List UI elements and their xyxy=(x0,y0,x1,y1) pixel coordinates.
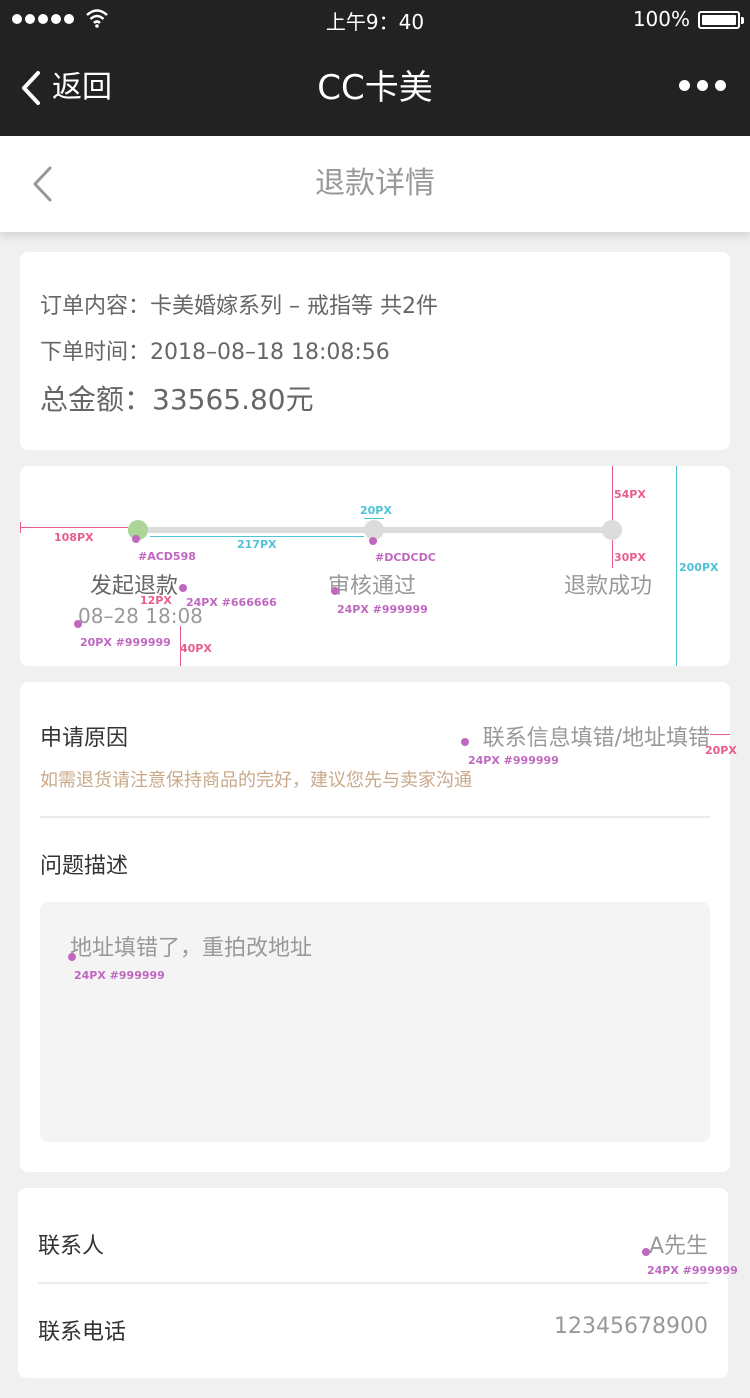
contact-phone-label: 联系电话 xyxy=(38,1320,127,1345)
chevron-left-icon xyxy=(22,71,40,105)
annotation-24px-999-step: 24PX #999999 xyxy=(337,603,428,616)
reason-card: 申请原因 联系信息填错/地址填错 24PX #999999 20PX 如需退货请… xyxy=(20,682,737,1172)
order-content-label: 订单内容： xyxy=(40,294,151,319)
annotation-color-pending: #DCDCDC xyxy=(375,551,436,564)
annotation-12px: 12PX xyxy=(140,594,172,607)
annotation-24px-666: 24PX #666666 xyxy=(186,596,277,609)
description-box[interactable]: 地址填错了，重拍改地址 24PX #999999 xyxy=(40,902,710,1142)
order-content-row: 订单内容：卡美婚嫁系列 – 戒指等 共2件 xyxy=(40,288,438,320)
measure-line xyxy=(20,527,128,528)
divider xyxy=(38,1282,708,1284)
battery-icon xyxy=(698,11,744,29)
order-time-value: 2018–08–18 18:08:56 xyxy=(150,340,390,365)
page-title: 退款详情 xyxy=(315,166,435,201)
divider xyxy=(40,816,710,818)
more-icon[interactable] xyxy=(679,80,726,91)
step-label-refunded: 退款成功 xyxy=(564,574,653,599)
contact-name-value: A先生 xyxy=(648,1234,708,1259)
annotation-color-done: #ACD598 xyxy=(138,550,196,563)
nav-bar: 返回 CC卡美 xyxy=(0,40,750,136)
description-label: 问题描述 xyxy=(40,854,129,879)
annotation-200px: 200PX xyxy=(679,561,719,574)
annotation-24px-999-reason: 24PX #999999 xyxy=(468,754,559,767)
order-time-label: 下单时间： xyxy=(40,340,151,365)
measure-line xyxy=(612,466,613,520)
measure-line xyxy=(150,536,364,537)
measure-line xyxy=(710,734,730,735)
nav-back-label: 返回 xyxy=(52,70,112,105)
annotation-20px-right: 20PX xyxy=(705,744,737,757)
annotation-24px-999-contact: 24PX #999999 xyxy=(647,1264,738,1277)
order-content-value: 卡美婚嫁系列 – 戒指等 共2件 xyxy=(150,294,438,319)
contact-phone-value: 12345678900 xyxy=(554,1314,708,1339)
step-dot-pending xyxy=(602,520,622,540)
annotation-marker xyxy=(74,620,82,628)
measure-line xyxy=(20,522,21,533)
order-total-value: 33565.80元 xyxy=(152,383,314,416)
annotation-marker xyxy=(331,587,339,595)
annotation-marker xyxy=(179,584,187,592)
nav-title: CC卡美 xyxy=(317,68,433,108)
description-text: 地址填错了，重拍改地址 xyxy=(70,936,313,961)
battery-percent: 100% xyxy=(632,7,690,31)
status-bar: 上午9：40 100% xyxy=(0,0,750,40)
step-label-approved: 审核通过 xyxy=(328,574,417,599)
annotation-40px: 40PX xyxy=(180,642,212,655)
annotation-marker xyxy=(369,537,377,545)
annotation-54px: 54PX xyxy=(614,488,646,501)
annotation-20px-top: 20PX xyxy=(360,504,392,517)
refund-progress-card: 发起退款 审核通过 退款成功 08–28 18:08 108PX 217PX 2… xyxy=(20,466,730,666)
reason-label: 申请原因 xyxy=(40,726,129,751)
contact-name-label: 联系人 xyxy=(38,1234,105,1259)
nav-back-button[interactable]: 返回 xyxy=(20,70,112,106)
measure-line xyxy=(612,540,613,568)
page-header: 退款详情 xyxy=(0,136,750,232)
annotation-marker xyxy=(461,738,469,746)
order-card: 订单内容：卡美婚嫁系列 – 戒指等 共2件 下单时间：2018–08–18 18… xyxy=(20,252,730,450)
annotation-217px: 217PX xyxy=(237,538,277,551)
reason-value: 联系信息填错/地址填错 xyxy=(482,726,710,751)
contact-card: 联系人 A先生 24PX #999999 联系电话 12345678900 xyxy=(18,1188,738,1378)
reason-hint: 如需退货请注意保持商品的完好，建议您先与卖家沟通 xyxy=(40,770,472,791)
annotation-108px: 108PX xyxy=(54,531,94,544)
annotation-marker xyxy=(132,535,140,543)
step-time-initiated: 08–28 18:08 xyxy=(78,604,203,628)
annotation-30px: 30PX xyxy=(614,551,646,564)
annotation-marker xyxy=(642,1248,650,1256)
order-time-row: 下单时间：2018–08–18 18:08:56 xyxy=(40,334,390,366)
measure-line xyxy=(676,466,677,666)
annotation-24px-999-desc: 24PX #999999 xyxy=(74,969,165,982)
order-total-label: 总金额： xyxy=(40,383,153,416)
annotation-marker xyxy=(68,953,76,961)
annotation-20px-999: 20PX #999999 xyxy=(80,636,171,649)
order-total-row: 总金额：33565.80元 xyxy=(40,378,314,418)
measure-line xyxy=(364,518,384,519)
